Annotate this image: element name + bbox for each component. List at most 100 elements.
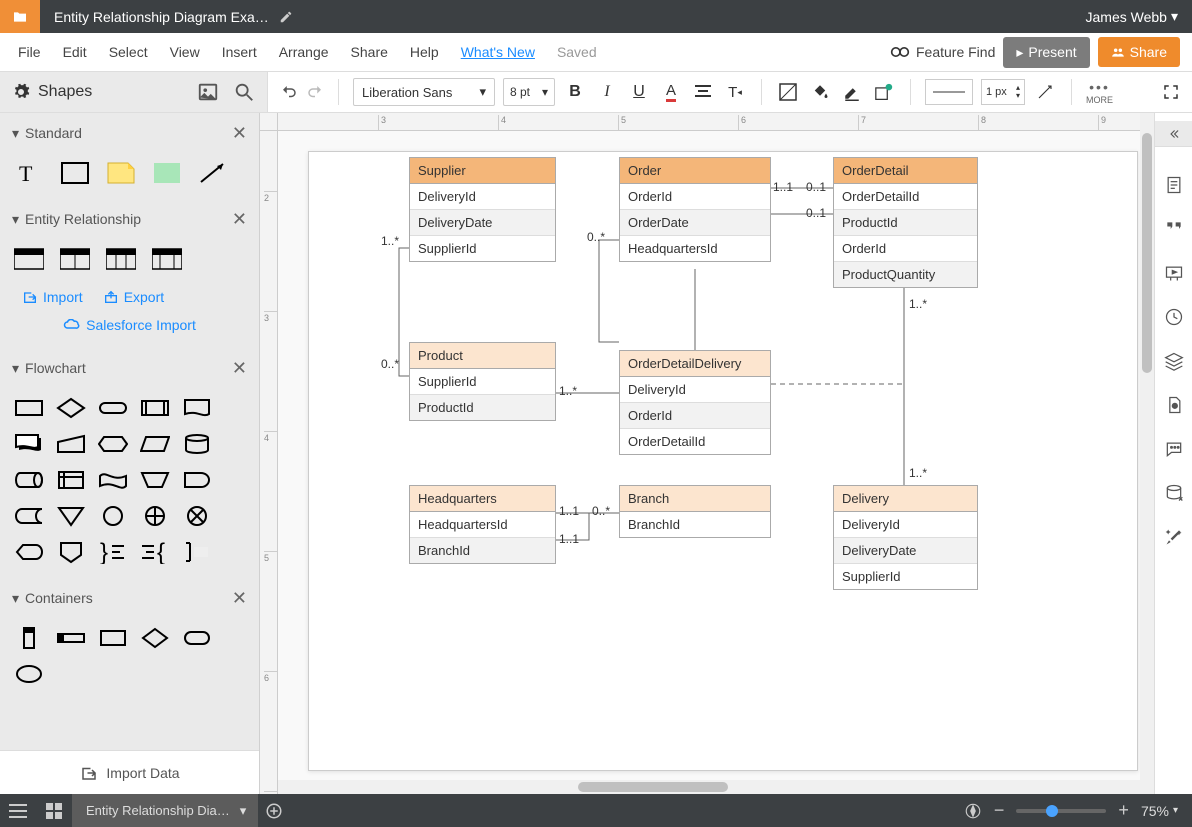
text-shape[interactable]: T [14,161,44,185]
presentation-icon[interactable] [1164,263,1184,283]
import-data-button[interactable]: Import Data [0,750,260,794]
fc-manual-op[interactable] [140,468,170,492]
note-shape[interactable] [106,161,136,185]
entity-delivery[interactable]: Delivery DeliveryId DeliveryDate Supplie… [833,485,978,590]
section-flowchart[interactable]: ▾Flowchart ✕ [0,348,259,388]
entity-orderdetaildelivery[interactable]: OrderDetailDelivery DeliveryId OrderId O… [619,350,771,455]
feature-find[interactable]: Feature Find [890,44,995,60]
section-containers[interactable]: ▾Containers ✕ [0,578,259,618]
layers-icon[interactable] [1164,351,1184,371]
fc-direct-data[interactable] [14,468,44,492]
entity-product[interactable]: Product SupplierId ProductId [409,342,556,421]
salesforce-import-link[interactable]: Salesforce Import [63,317,196,333]
import-link[interactable]: Import [22,289,83,305]
line-width-stepper[interactable]: 1 px▴▾ [981,79,1025,105]
rect-shape[interactable] [60,161,90,185]
fc-database[interactable] [182,432,212,456]
container-3[interactable] [98,626,128,650]
fc-brace-right[interactable]: } [98,540,128,564]
entity-supplier[interactable]: Supplier DeliveryId DeliveryDate Supplie… [409,157,556,262]
menu-file[interactable]: File [0,33,52,72]
arrow-shape[interactable] [198,161,228,185]
export-link[interactable]: Export [103,289,164,305]
line-options-icon[interactable] [1033,80,1057,104]
menu-edit[interactable]: Edit [52,33,98,72]
container-4[interactable] [140,626,170,650]
shape-options-icon[interactable] [872,80,896,104]
fc-multidoc[interactable] [14,432,44,456]
fc-stored-data[interactable] [14,504,44,528]
fc-display[interactable] [14,540,44,564]
border-color-icon[interactable] [840,80,864,104]
fc-data[interactable] [140,432,170,456]
fc-delay[interactable] [182,468,212,492]
document-title[interactable]: Entity Relationship Diagram Exa… [54,9,269,25]
fc-summing[interactable] [182,504,212,528]
fc-decision[interactable] [56,396,86,420]
fc-brace-left[interactable]: { [140,540,170,564]
fc-predefined[interactable] [140,396,170,420]
vertical-scrollbar[interactable] [1140,113,1154,780]
italic-button[interactable]: I [595,80,619,104]
close-icon[interactable]: ✕ [232,358,247,379]
entity-orderdetail[interactable]: OrderDetail OrderDetailId ProductId Orde… [833,157,978,288]
font-select[interactable]: Liberation Sans▾ [353,78,495,106]
user-menu[interactable]: James Webb ▾ [1086,8,1192,25]
menu-help[interactable]: Help [399,33,450,72]
fc-internal-storage[interactable] [56,468,86,492]
er-table-2[interactable] [60,247,90,271]
present-button[interactable]: ▸ Present [1003,37,1089,68]
share-button[interactable]: Share [1098,37,1180,67]
fc-process[interactable] [14,396,44,420]
fc-terminator[interactable] [98,396,128,420]
section-standard[interactable]: ▾Standard ✕ [0,113,259,153]
er-table-3[interactable] [106,247,136,271]
page-canvas[interactable]: Supplier DeliveryId DeliveryDate Supplie… [308,151,1138,771]
close-icon[interactable]: ✕ [232,209,247,230]
menu-insert[interactable]: Insert [211,33,268,72]
page-settings-icon[interactable] [1164,175,1184,195]
fullscreen-icon[interactable] [1162,83,1180,101]
history-icon[interactable] [1164,307,1184,327]
container-5[interactable] [182,626,212,650]
edit-title-icon[interactable] [279,10,293,24]
close-icon[interactable]: ✕ [232,588,247,609]
fc-off-page[interactable] [56,540,86,564]
block-shape[interactable] [152,161,182,185]
fc-annotation[interactable] [182,540,212,564]
entity-order[interactable]: Order OrderId OrderDate HeadquartersId [619,157,771,262]
fc-merge[interactable] [56,504,86,528]
fc-document[interactable] [182,396,212,420]
bold-button[interactable]: B [563,80,587,104]
fill-color-icon[interactable] [808,80,832,104]
entity-headquarters[interactable]: Headquarters HeadquartersId BranchId [409,485,556,564]
gear-icon[interactable] [12,83,30,101]
section-entity-relationship[interactable]: ▾Entity Relationship ✕ [0,199,259,239]
underline-button[interactable]: U [627,80,651,104]
chat-icon[interactable] [1164,439,1184,459]
undo-icon[interactable] [280,83,298,101]
menu-whats-new[interactable]: What's New [450,33,546,72]
er-table-1[interactable] [14,247,44,271]
fc-preparation[interactable] [98,432,128,456]
search-icon[interactable] [233,81,255,103]
entity-branch[interactable]: Branch BranchId [619,485,771,538]
menu-view[interactable]: View [159,33,211,72]
menu-arrange[interactable]: Arrange [268,33,340,72]
magic-icon[interactable] [1164,527,1184,547]
fc-or[interactable] [140,504,170,528]
line-style-select[interactable] [925,79,973,105]
container-6[interactable] [14,662,44,686]
container-1[interactable] [14,626,44,650]
collapse-rail-icon[interactable] [1155,121,1192,147]
container-2[interactable] [56,626,86,650]
text-options-button[interactable]: T◂ [723,80,747,104]
fc-manual-input[interactable] [56,432,86,456]
canvas[interactable]: 3456789 234567 [260,113,1154,794]
folder-icon[interactable] [0,0,40,33]
more-button[interactable]: ••• MORE [1086,79,1113,105]
fc-connector[interactable] [98,504,128,528]
align-button[interactable] [691,80,715,104]
text-color-button[interactable]: A [659,80,683,104]
close-icon[interactable]: ✕ [232,123,247,144]
